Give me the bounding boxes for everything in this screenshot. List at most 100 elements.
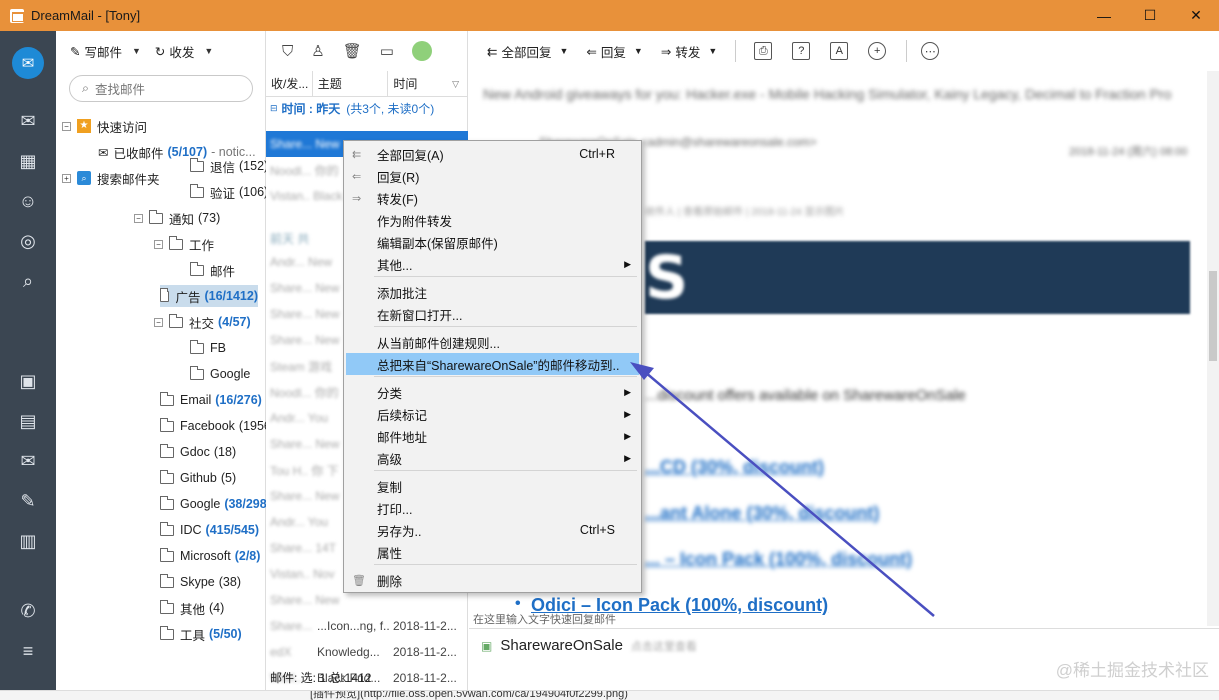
tree-folder[interactable]: 广告 (16/1412) — [160, 285, 258, 307]
chevron-down-icon[interactable]: ▼ — [204, 46, 213, 56]
pen-icon[interactable]: ✎ — [16, 489, 40, 513]
collapse-toggle[interactable]: − — [154, 239, 163, 249]
menu-item[interactable]: 复制 — [346, 475, 639, 497]
menu-item[interactable]: 其他... ▶ — [346, 253, 639, 275]
expand-toggle[interactable]: + — [62, 173, 71, 183]
more-icon[interactable]: ⋯ — [921, 42, 940, 60]
tree-folder[interactable]: Facebook (1956) — [160, 415, 275, 437]
menu-item[interactable]: 编辑副本(保留原邮件) — [346, 231, 639, 253]
chevron-down-icon[interactable]: ▼ — [634, 46, 643, 56]
dreammail-logo-icon[interactable]: ✉ — [12, 47, 44, 79]
tree-folder[interactable]: Google (38/298) — [160, 493, 271, 515]
message-link[interactable]: ...ant Alone (30%, discount) — [645, 503, 879, 524]
tree-folder[interactable]: − 通知 (73) — [134, 207, 220, 229]
tree-quick-access[interactable]: − ★ 快速访问 — [62, 115, 147, 137]
tree-folder[interactable]: − 工作 — [154, 233, 214, 255]
menu-item[interactable]: 后续标记 ▶ — [346, 403, 639, 425]
message-link[interactable]: ...CD (30%, discount) — [645, 457, 824, 478]
menu-item[interactable]: 从当前邮件创建规则... — [346, 331, 639, 353]
calendar-30-icon[interactable]: ▣ — [16, 369, 40, 393]
menu-item[interactable]: 属性 — [346, 541, 639, 563]
chevron-down-icon[interactable]: ▼ — [708, 46, 717, 56]
envelope-download-icon[interactable]: ✉ — [16, 449, 40, 473]
reply-all-button[interactable]: ⇇ 全部回复 ▼ — [487, 42, 568, 61]
collapse-toggle[interactable]: − — [134, 213, 143, 223]
filter-icon[interactable]: ⛉ — [282, 43, 293, 60]
tree-folder[interactable]: Google — [190, 363, 250, 385]
collapse-toggle[interactable]: − — [62, 121, 71, 131]
tree-folder[interactable]: 工具 (5/50) — [160, 623, 242, 645]
tree-folder[interactable]: Skype (38) — [160, 571, 241, 593]
reply-button[interactable]: ⇐ 回复 ▼ — [586, 42, 642, 61]
menu-item[interactable]: 邮件地址 ▶ — [346, 425, 639, 447]
search-icon[interactable]: ⌕ — [16, 269, 40, 293]
sender-name[interactable]: SharewareOnSale — [500, 637, 623, 654]
tree-folder[interactable]: IDC (415/545) — [160, 519, 259, 541]
menu-item[interactable]: ⇐ 回复(R) — [346, 165, 639, 187]
group-header[interactable]: ⊟ 时间 : 昨天 (共3个, 未读0个) — [266, 97, 467, 119]
folder-count: (5/50) — [209, 627, 242, 641]
tree-folder[interactable]: 邮件 — [190, 259, 235, 281]
menu-item[interactable]: 打印... — [346, 497, 639, 519]
tree-folder[interactable]: 验证 (106) — [190, 181, 268, 203]
compose-button[interactable]: ✎ 写邮件 ▼ — [70, 42, 141, 61]
close-button[interactable]: ✕ — [1173, 0, 1219, 31]
receive-button[interactable]: ↻ 收发 ▼ — [155, 42, 213, 61]
scrollbar-thumb[interactable] — [1209, 271, 1217, 361]
list-item[interactable]: edX Knowledg... 2018-11-2... — [266, 639, 468, 665]
help-icon[interactable]: ? — [792, 42, 811, 60]
chevron-down-icon[interactable]: ▼ — [560, 46, 569, 56]
list-item[interactable]: Share... ...Icon...ng, f... 2018-11-2... — [266, 613, 468, 639]
tree-folder[interactable]: Microsoft (2/8) — [160, 545, 260, 567]
menu-item[interactable]: 🗑 删除 — [346, 569, 639, 591]
tree-folder[interactable]: 其他 (4) — [160, 597, 224, 619]
folder-pane: ✎ 写邮件 ▼ ↻ 收发 ▼ ⌕ 查找邮件 − ★ 快速访问 ✉ 已收邮件 (5… — [56, 31, 275, 691]
tree-folder[interactable]: Email (16/276) — [160, 389, 262, 411]
tree-search-folders[interactable]: + ⌕ 搜索邮件夹 — [62, 167, 160, 189]
submenu-arrow-icon: ▶ — [624, 452, 631, 463]
print-icon[interactable]: ⎙ — [754, 42, 773, 60]
tree-folder[interactable]: − 社交 (4/57) — [154, 311, 251, 333]
menu-icon[interactable]: ≡ — [16, 639, 40, 663]
wrench-icon[interactable]: ✆ — [16, 599, 40, 623]
minimize-button[interactable]: — — [1081, 0, 1127, 31]
menu-item[interactable]: 分类 ▶ — [346, 381, 639, 403]
scrollbar[interactable] — [1207, 71, 1219, 626]
menu-item[interactable]: 作为附件转发 — [346, 209, 639, 231]
mail-icon[interactable]: ✉ — [16, 109, 40, 133]
menu-item[interactable]: 添加批注 — [346, 281, 639, 303]
menu-item[interactable]: ⇒ 转发(F) — [346, 187, 639, 209]
contact-filter-icon[interactable]: ♙ — [311, 42, 324, 60]
zoom-icon[interactable]: + — [868, 42, 887, 60]
forward-button[interactable]: ⇒ 转发 ▼ — [661, 42, 717, 61]
tree-folder[interactable]: 退信 (152) — [190, 155, 268, 177]
delete-icon[interactable]: 🗑 — [343, 42, 362, 60]
menu-item[interactable]: 另存为.. Ctrl+S — [346, 519, 639, 541]
col-subject[interactable]: 主题 — [313, 70, 389, 97]
tree-label: 搜索邮件夹 — [97, 172, 160, 187]
contact-card-icon[interactable]: ▤ — [16, 409, 40, 433]
search-input[interactable]: ⌕ 查找邮件 — [69, 75, 253, 102]
tree-folder[interactable]: Github (5) — [160, 467, 236, 489]
quick-reply-placeholder[interactable]: 在这里输入文字快速回复邮件 — [473, 611, 616, 627]
chevron-down-icon[interactable]: ▼ — [132, 46, 141, 56]
tree-folder[interactable]: Gdoc (18) — [160, 441, 236, 463]
maximize-button[interactable]: ☐ — [1127, 0, 1173, 31]
menu-item[interactable]: ⇇ 全部回复(A) Ctrl+R — [346, 143, 639, 165]
menu-item[interactable]: 在新窗口打开... — [346, 303, 639, 325]
translate-icon[interactable]: A — [830, 42, 849, 60]
collapse-toggle[interactable]: − — [154, 317, 163, 327]
folder-icon — [160, 495, 174, 510]
calendar-grid-icon[interactable]: ▦ — [16, 149, 40, 173]
document-icon[interactable]: ▥ — [16, 529, 40, 553]
chat-icon[interactable]: ▭ — [380, 42, 394, 60]
menu-item[interactable]: 高级 ▶ — [346, 447, 639, 469]
col-from[interactable]: 收/发... — [266, 70, 313, 97]
globe-icon[interactable]: ◎ — [16, 229, 40, 253]
status-circle-icon[interactable] — [411, 41, 432, 61]
menu-item[interactable]: 总把来自“SharewareOnSale”的邮件移动到.. — [346, 353, 639, 375]
tree-folder[interactable]: FB — [190, 337, 226, 359]
message-link[interactable]: ... – Icon Pack (100%, discount) — [645, 549, 912, 570]
col-time[interactable]: 时间 ▽ — [388, 71, 467, 97]
contacts-icon[interactable]: ☺ — [16, 189, 40, 213]
